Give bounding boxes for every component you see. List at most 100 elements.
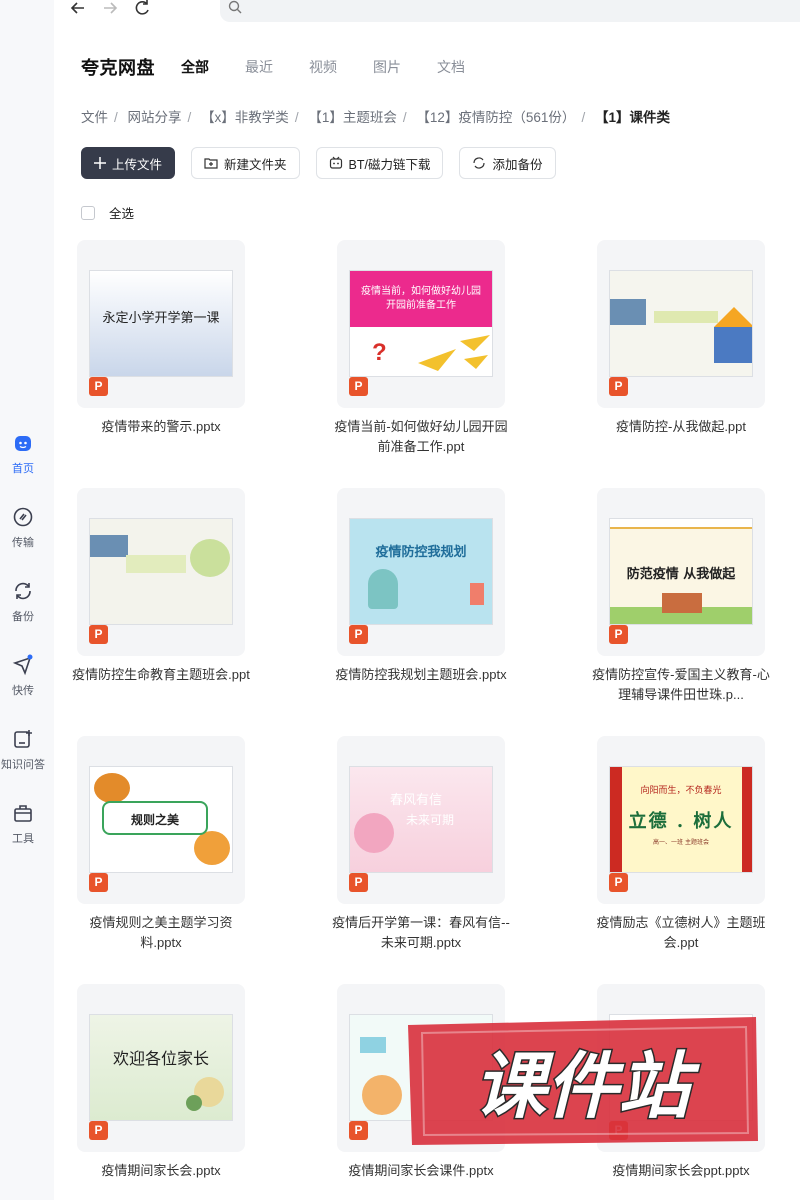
thumbnail-caption: 高一、一班 主题班会 [653,839,709,846]
qa-icon [14,730,32,748]
reload-icon[interactable] [132,0,152,18]
sidebar: 首页 传输 备份 快传 知识问答 工具 [0,0,54,1200]
file-name[interactable]: 疫情期间家长会ppt.pptx [591,1161,771,1181]
breadcrumb: 文件 / 网站分享 / 【x】非教学类 / 【1】主题班会 / 【12】疫情防控（561… [81,110,670,125]
file-thumbnail: 疫情防控我规划 [349,518,493,625]
file-name[interactable]: 疫情防控我规划主题班会.pptx [331,665,511,685]
file-name[interactable]: 疫情防控宣传-爱国主义教育-心理辅导课件田世珠.p... [591,665,771,705]
file-card[interactable]: 向阳而生，不负春光 立德 . 树人 高一、一班 主题班会 P [597,736,765,904]
upload-button-label: 上传文件 [112,157,163,172]
file-name[interactable]: 疫情期间家长会课件.pptx [331,1161,511,1181]
file-thumbnail: 欢迎各位家长 [89,1014,233,1121]
select-all-checkbox[interactable] [81,205,95,220]
breadcrumb-current: 【1】课件类 [594,110,670,125]
file-thumbnail: 规则之美 [89,766,233,873]
sidebar-item-tools[interactable]: 工具 [0,802,46,846]
thumbnail-title: 疫情防控我规划 [375,545,467,560]
file-thumbnail [89,518,233,625]
thumbnail-title: 疫情当前，如何做好幼儿园开园前准备工作 [361,286,481,311]
select-all[interactable]: 全选 [81,203,134,222]
ppt-icon: P [609,873,628,892]
file-name[interactable]: 疫情期间家长会.pptx [71,1161,251,1181]
action-toolbar: 上传文件 新建文件夹 BT/磁力链下载 添加备份 [81,147,572,179]
file-card[interactable]: 春风有信 未来可期 P [337,736,505,904]
ppt-icon: P [349,1121,368,1140]
breadcrumb-item[interactable]: 【1】主题班会 [308,110,397,125]
send-icon [12,654,33,676]
breadcrumb-item[interactable]: 文件 [81,110,108,125]
thumbnail-title: 永定小学开学第一课 [102,311,220,326]
file-card[interactable]: 欢迎各位家长 P [77,984,245,1152]
sidebar-item-backup[interactable]: 备份 [0,580,46,624]
ppt-icon: P [609,625,628,644]
bt-download-button[interactable]: BT/磁力链下载 [315,147,444,179]
paper-plane-icon [418,335,490,371]
address-bar[interactable] [220,0,800,22]
sidebar-item-label: 工具 [12,833,34,845]
breadcrumb-item[interactable]: 【12】疫情防控（561份） [416,110,575,125]
thumbnail-subtitle: 向阳而生，不负春光 [640,786,722,796]
sidebar-item-label: 传输 [12,537,34,549]
tab-bar: 全部 最近 视频 图片 文档 [181,57,465,77]
file-name[interactable]: 疫情后开学第一课：春风有信--未来可期.pptx [331,913,511,953]
thumbnail-title: 立德 . 树人 [628,811,734,832]
file-card[interactable]: 永定小学开学第一课 P [77,240,245,408]
file-card[interactable]: 防范疫情 从我做起 P [597,488,765,656]
file-card[interactable]: 规则之美 P [77,736,245,904]
file-name[interactable]: 疫情励志《立德树人》主题班会.ppt [591,913,771,953]
plus-icon [94,157,106,169]
file-thumbnail: 春风有信 未来可期 [349,766,493,873]
backup-icon [15,582,31,600]
watermark-text: 课件站 [474,1044,700,1128]
file-thumbnail: 向阳而生，不负春光 立德 . 树人 高一、一班 主题班会 [609,766,753,873]
toolbox-icon [14,805,32,822]
new-folder-button-label: 新建文件夹 [224,157,287,172]
sidebar-item-transfer[interactable]: 传输 [0,506,46,550]
file-name[interactable]: 疫情防控-从我做起.ppt [591,417,771,437]
ppt-icon: P [89,625,108,644]
breadcrumb-item[interactable]: 网站分享 [128,110,182,125]
file-thumbnail: 永定小学开学第一课 [89,270,233,377]
browser-toolbar [54,0,800,22]
tab-document[interactable]: 文档 [437,57,465,77]
file-name[interactable]: 疫情防控生命教育主题班会.ppt [71,665,251,685]
select-all-label: 全选 [109,207,135,221]
home-face-icon [15,436,31,451]
ppt-icon: P [609,377,628,396]
arrow-left-icon[interactable] [68,0,88,18]
tab-recent[interactable]: 最近 [245,57,273,77]
tab-image[interactable]: 图片 [373,57,401,77]
ppt-icon: P [89,1121,108,1140]
tab-video[interactable]: 视频 [309,57,337,77]
file-thumbnail: 防范疫情 从我做起 [609,518,753,625]
search-icon [228,0,242,14]
file-name[interactable]: 疫情带来的警示.pptx [71,417,251,437]
file-card[interactable]: P [597,240,765,408]
sync-icon [473,157,486,169]
sidebar-item-qa[interactable]: 知识问答 [0,728,46,772]
file-card[interactable]: 疫情防控我规划 P [337,488,505,656]
thumbnail-title: 防范疫情 从我做起 [626,567,736,582]
thumbnail-title: 规则之美 [130,813,179,827]
sidebar-item-label: 快传 [12,685,34,697]
sidebar-item-send[interactable]: 快传 [0,654,46,698]
transfer-icon [13,507,33,527]
breadcrumb-item[interactable]: 【x】非教学类 [201,110,289,125]
add-backup-button-label: 添加备份 [492,157,543,172]
tab-all[interactable]: 全部 [181,57,209,77]
arrow-right-icon[interactable] [100,0,120,18]
file-card[interactable]: P [77,488,245,656]
watermark-stamp: 课件站 [408,1017,758,1145]
file-thumbnail [609,270,753,377]
file-name[interactable]: 疫情规则之美主题学习资料.pptx [71,913,251,953]
sidebar-item-home[interactable]: 首页 [0,432,46,476]
new-folder-button[interactable]: 新建文件夹 [191,147,300,179]
file-thumbnail: 疫情当前，如何做好幼儿园开园前准备工作 ? [349,270,493,377]
file-card[interactable]: 疫情当前，如何做好幼儿园开园前准备工作 ? P [337,240,505,408]
sidebar-item-label: 备份 [12,611,34,623]
ppt-icon: P [89,873,108,892]
upload-button[interactable]: 上传文件 [81,147,176,179]
file-name[interactable]: 疫情当前-如何做好幼儿园开园前准备工作.ppt [331,417,511,457]
add-backup-button[interactable]: 添加备份 [459,147,556,179]
thumbnail-title: 春风有信 [390,793,443,808]
